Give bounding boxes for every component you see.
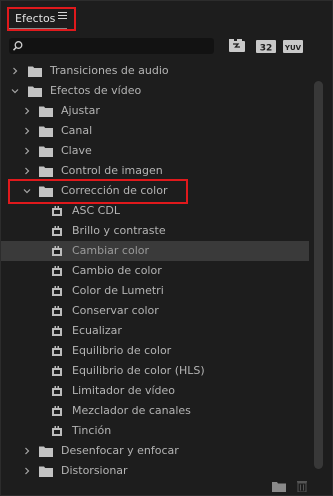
- tree-item-label: Limitador de vídeo: [72, 384, 176, 397]
- tree-item-label: Brillo y contraste: [72, 224, 166, 237]
- chevron-right-icon[interactable]: [23, 147, 31, 155]
- video-effect-icon: [52, 386, 62, 396]
- tree-item-label: Distorsionar: [61, 464, 128, 477]
- tree-item-label: Cambio de color: [72, 264, 162, 277]
- tree-item-label: Ecualizar: [72, 324, 122, 337]
- search-input[interactable]: [27, 38, 207, 54]
- tree-effect-item[interactable]: Cambio de color: [1, 261, 309, 281]
- tree-item-label: Mezclador de canales: [72, 404, 191, 417]
- video-effect-icon: [52, 206, 62, 216]
- tree-effect-item[interactable]: Equilibrio de color (HLS): [1, 361, 309, 381]
- 32-bit-filter-icon[interactable]: 32: [255, 38, 277, 54]
- effects-tree: Transiciones de audio Efectos de vídeo Aju…: [1, 61, 309, 477]
- search-icon: [12, 41, 23, 51]
- hamburger-menu-icon[interactable]: [58, 12, 68, 22]
- chevron-right-icon[interactable]: [23, 127, 31, 135]
- tree-folder[interactable]: Efectos de vídeo: [1, 81, 309, 101]
- tree-item-label: Efectos de vídeo: [50, 84, 142, 97]
- video-effect-icon: [52, 226, 62, 236]
- tree-item-label: Clave: [61, 144, 92, 157]
- chevron-right-icon[interactable]: [23, 107, 31, 115]
- tree-item-label: Conservar color: [72, 304, 159, 317]
- folder-icon: [39, 106, 53, 117]
- tree-effect-item[interactable]: Mezclador de canales: [1, 401, 309, 421]
- video-effect-icon: [52, 366, 62, 376]
- tree-folder[interactable]: Ajustar: [1, 101, 309, 121]
- tree-item-label: Equilibrio de color (HLS): [72, 364, 205, 377]
- tree-item-label: Ajustar: [61, 104, 100, 117]
- chevron-right-icon[interactable]: [23, 447, 31, 455]
- tree-folder[interactable]: Distorsionar: [1, 461, 309, 477]
- video-effect-icon: [52, 426, 62, 436]
- svg-text:32: 32: [260, 44, 273, 54]
- tree-item-label: Color de Lumetri: [72, 284, 164, 297]
- tree-effect-item[interactable]: Brillo y contraste: [1, 221, 309, 241]
- tab-underline: [9, 28, 67, 29]
- tree-effect-item[interactable]: Ecualizar: [1, 321, 309, 341]
- svg-text:YUV: YUV: [284, 44, 302, 52]
- chevron-right-icon[interactable]: [23, 467, 31, 475]
- trash-icon[interactable]: [295, 481, 309, 492]
- folder-icon: [39, 466, 53, 477]
- effects-panel: Efectos 32 YUV Transiciones de audio Efec…: [0, 0, 333, 496]
- video-effect-icon: [52, 406, 62, 416]
- tree-item-label: Desenfocar y enfocar: [61, 444, 179, 457]
- chevron-right-icon[interactable]: [11, 67, 19, 75]
- tree-item-label: Tinción: [72, 424, 112, 437]
- tree-item-label: ASC CDL: [72, 204, 120, 217]
- tree-item-label: Transiciones de audio: [50, 64, 169, 77]
- folder-icon: [39, 146, 53, 157]
- search-field[interactable]: [9, 38, 214, 54]
- video-effect-icon: [52, 286, 62, 296]
- chevron-down-icon[interactable]: [11, 87, 19, 95]
- panel-header: Efectos: [1, 1, 333, 33]
- tab-effects[interactable]: Efectos: [15, 12, 55, 25]
- tree-effect-item[interactable]: ASC CDL: [1, 201, 309, 221]
- folder-icon: [39, 446, 53, 457]
- tree-item-label: Canal: [61, 124, 93, 137]
- highlight-box: [8, 179, 188, 204]
- video-effect-icon: [52, 346, 62, 356]
- tree-item-label: Equilibrio de color: [72, 344, 172, 357]
- folder-icon: [28, 86, 42, 97]
- tree-folder[interactable]: Desenfocar y enfocar: [1, 441, 309, 461]
- folder-icon: [39, 166, 53, 177]
- folder-icon: [39, 126, 53, 137]
- tree-effect-item[interactable]: Color de Lumetri: [1, 281, 309, 301]
- accelerated-effects-icon[interactable]: [226, 38, 248, 54]
- tree-folder[interactable]: Control de imagen: [1, 161, 309, 181]
- tree-effect-item[interactable]: Tinción: [1, 421, 309, 441]
- video-effect-icon: [52, 306, 62, 316]
- scrollbar-thumb[interactable]: [314, 81, 323, 469]
- tree-effect-item[interactable]: Conservar color: [1, 301, 309, 321]
- tree-effect-item[interactable]: Limitador de vídeo: [1, 381, 309, 401]
- tree-folder[interactable]: Transiciones de audio: [1, 61, 309, 81]
- tree-item-label: Control de imagen: [61, 164, 163, 177]
- new-folder-icon[interactable]: [272, 481, 286, 492]
- tree-folder[interactable]: Clave: [1, 141, 309, 161]
- video-effect-icon: [52, 266, 62, 276]
- folder-icon: [28, 66, 42, 77]
- tree-item-label: Cambiar color: [72, 244, 150, 257]
- yuv-filter-icon[interactable]: YUV: [282, 38, 304, 54]
- tree-effect-item[interactable]: Equilibrio de color: [1, 341, 309, 361]
- tree-folder[interactable]: Canal: [1, 121, 309, 141]
- video-effect-icon: [52, 326, 62, 336]
- video-effect-icon: [52, 246, 62, 256]
- tree-effect-item[interactable]: Cambiar color: [1, 241, 309, 261]
- chevron-right-icon[interactable]: [23, 167, 31, 175]
